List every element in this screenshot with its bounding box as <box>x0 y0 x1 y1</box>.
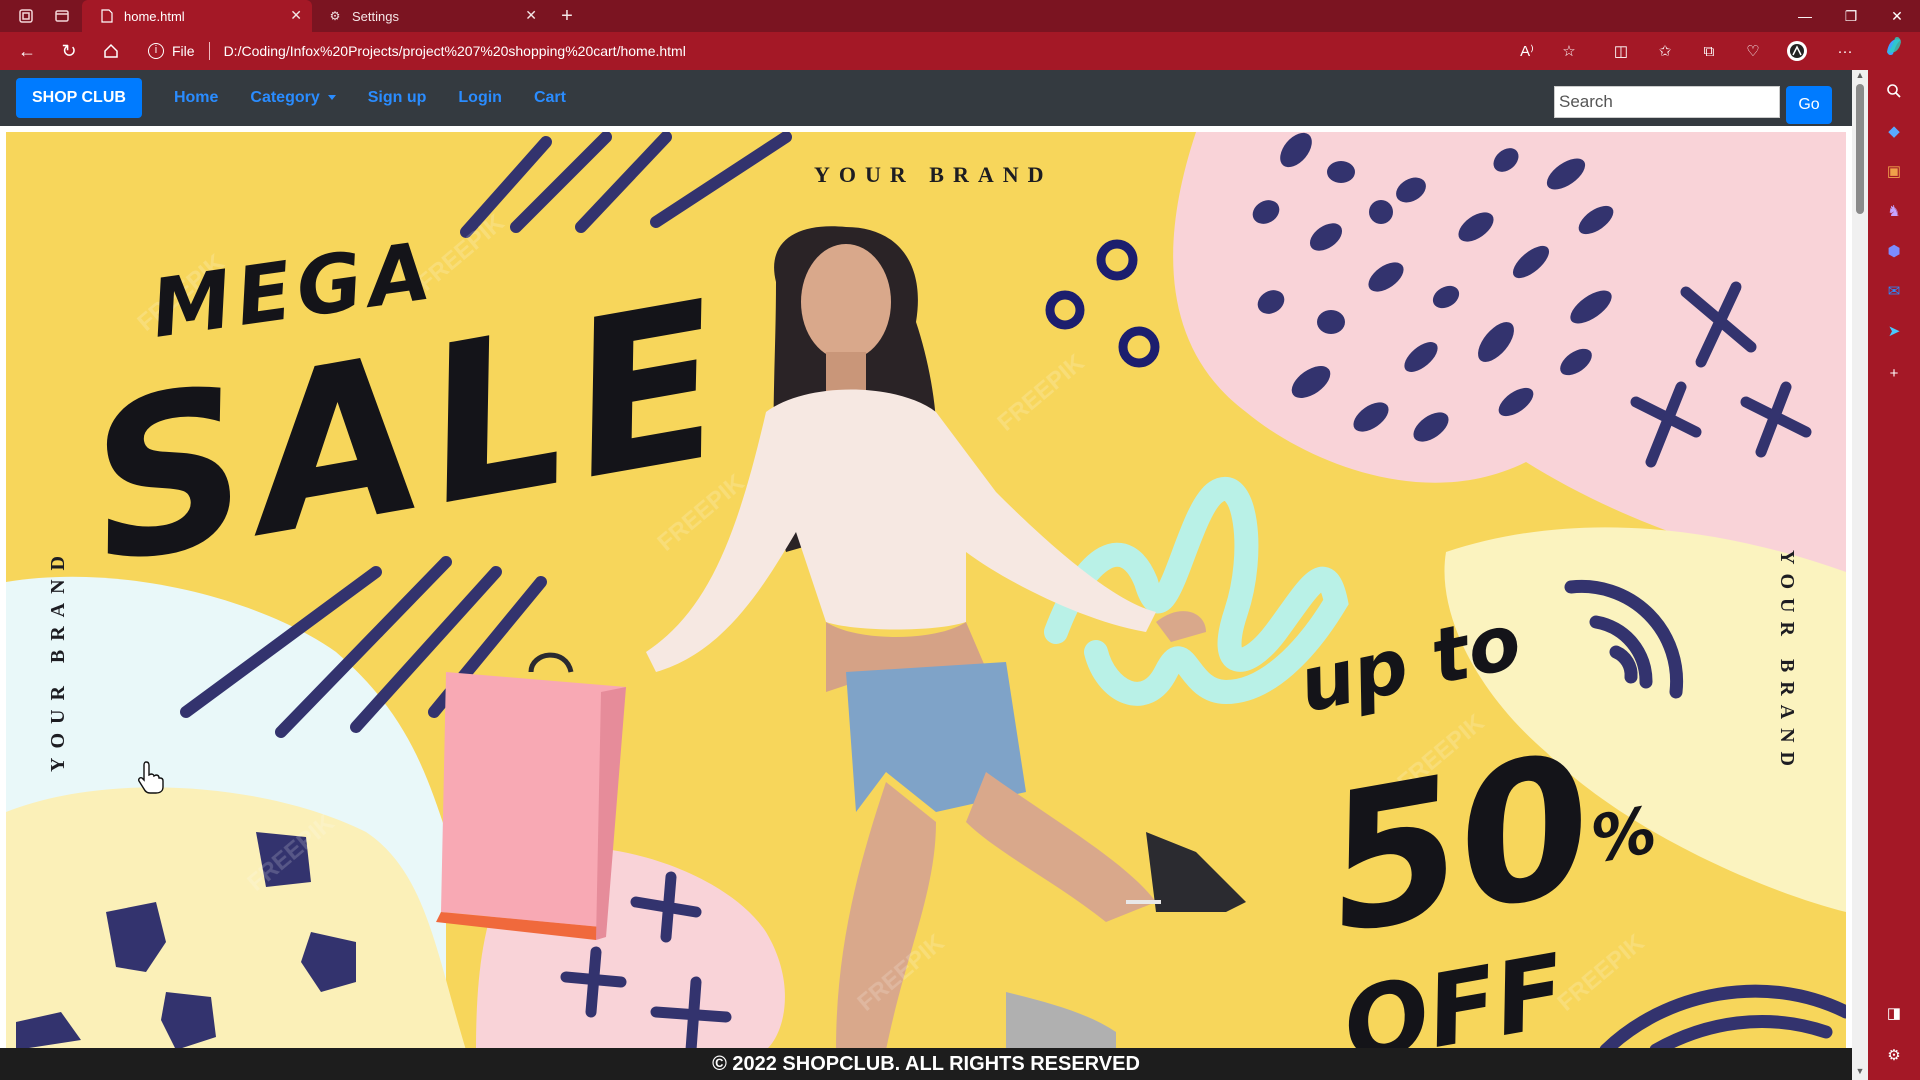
nav-cart-link[interactable]: Cart <box>534 89 566 107</box>
scroll-down-arrow-icon[interactable]: ▼ <box>1855 1066 1865 1076</box>
url-prefix: File <box>172 43 195 59</box>
favorites-icon[interactable]: ✩ <box>1650 36 1680 66</box>
ring-shapes <box>1045 239 1160 368</box>
close-window-button[interactable]: ✕ <box>1874 0 1920 32</box>
brand-logo-link[interactable]: SHOP CLUB <box>16 78 142 118</box>
info-icon[interactable]: i <box>148 43 164 59</box>
back-button[interactable]: ← <box>12 36 42 66</box>
pink-blob-top-right <box>1173 132 1846 582</box>
shopping-tag-icon[interactable]: ◆ <box>1881 118 1907 144</box>
add-icon[interactable]: + <box>1881 360 1907 386</box>
close-tab-icon[interactable]: ✕ <box>525 7 537 24</box>
telegram-icon[interactable]: ➤ <box>1881 318 1907 344</box>
brush-strokes-top <box>460 132 792 238</box>
nav-signup-link[interactable]: Sign up <box>368 89 427 107</box>
go-button[interactable]: Go <box>1786 86 1832 124</box>
more-menu-icon[interactable]: ··· <box>1830 36 1860 66</box>
brand-text-top: YOUR BRAND <box>814 162 1053 187</box>
vertical-scrollbar[interactable]: ▲ ▼ <box>1852 70 1868 1080</box>
search-input[interactable] <box>1554 86 1780 118</box>
watermark-text: FREEPIK <box>993 349 1091 437</box>
read-aloud-icon[interactable]: A⁾ <box>1512 36 1542 66</box>
discount-value: 50 <box>1310 713 1609 977</box>
close-tab-icon[interactable]: ✕ <box>290 7 302 24</box>
office-icon[interactable]: ⬢ <box>1881 238 1907 264</box>
tab-actions-icon[interactable] <box>52 6 72 26</box>
divider <box>208 42 210 60</box>
brand-text-right: YOUR BRAND <box>1776 550 1798 775</box>
page-viewport: SHOP CLUB Home Category Sign up Login Ca… <box>0 70 1868 1080</box>
nav-category-dropdown[interactable]: Category <box>250 89 336 107</box>
category-label: Category <box>250 89 320 106</box>
restore-button[interactable]: ❐ <box>1828 0 1874 32</box>
profile-avatar[interactable] <box>1782 36 1812 66</box>
games-icon[interactable]: ♞ <box>1881 198 1907 224</box>
tab-title: home.html <box>124 8 185 24</box>
sidebar-toggle-icon[interactable]: ◨ <box>1881 1000 1907 1026</box>
new-tab-button[interactable]: + <box>555 5 579 28</box>
browser-sidebar: ◆ ▣ ♞ ⬢ ✉ ➤ + ◨ ⚙ <box>1868 32 1920 1080</box>
collections-icon[interactable]: ⧉ <box>1694 36 1724 66</box>
nav-home-link[interactable]: Home <box>174 89 218 107</box>
tab-home[interactable]: home.html ✕ <box>82 0 312 32</box>
hand-cursor-icon <box>138 761 164 794</box>
watermark-text: FREEPIK <box>1553 929 1651 1017</box>
outlook-icon[interactable]: ✉ <box>1881 278 1907 304</box>
tab-settings[interactable]: ⚙ Settings ✕ <box>312 0 547 32</box>
site-navbar: SHOP CLUB Home Category Sign up Login Ca… <box>0 70 1852 126</box>
nav-login-link[interactable]: Login <box>458 89 502 107</box>
scroll-up-arrow-icon[interactable]: ▲ <box>1855 70 1865 80</box>
page-icon <box>100 8 114 24</box>
mega-sale-banner: FREEPIK FREEPIK FREEPIK FREEPIK FREEPIK … <box>6 132 1846 1050</box>
site-footer: © 2022 SHOPCLUB. ALL RIGHTS RESERVED <box>0 1048 1852 1080</box>
search-icon[interactable] <box>1881 78 1907 104</box>
tools-icon[interactable]: ▣ <box>1881 158 1907 184</box>
brand-text-left: YOUR BRAND <box>47 547 69 772</box>
caret-down-icon <box>327 95 336 101</box>
discount-unit: % <box>1586 794 1662 878</box>
shopping-bag-illustration <box>436 652 626 940</box>
workspaces-icon[interactable] <box>16 6 36 26</box>
address-field[interactable]: i File D:/Coding/Infox%20Projects/projec… <box>148 36 1588 66</box>
split-screen-icon[interactable]: ◫ <box>1606 36 1636 66</box>
minimize-button[interactable]: — <box>1782 0 1828 32</box>
home-button[interactable] <box>96 36 126 66</box>
tab-title: Settings <box>352 8 399 24</box>
browser-title-bar: home.html ✕ ⚙ Settings ✕ + — ❐ ✕ <box>0 0 1920 32</box>
gear-icon: ⚙ <box>329 9 341 23</box>
settings-icon[interactable]: ⚙ <box>1881 1042 1907 1068</box>
refresh-button[interactable]: ↻ <box>54 36 84 66</box>
url-text: D:/Coding/Infox%20Projects/project%207%2… <box>223 43 686 59</box>
copilot-icon[interactable] <box>1881 34 1907 60</box>
banner-artwork: FREEPIK FREEPIK FREEPIK FREEPIK FREEPIK … <box>6 132 1846 1050</box>
scrollbar-thumb[interactable] <box>1856 84 1864 214</box>
favorite-star-icon[interactable]: ☆ <box>1554 36 1584 66</box>
browser-essentials-icon[interactable]: ♡ <box>1738 36 1768 66</box>
